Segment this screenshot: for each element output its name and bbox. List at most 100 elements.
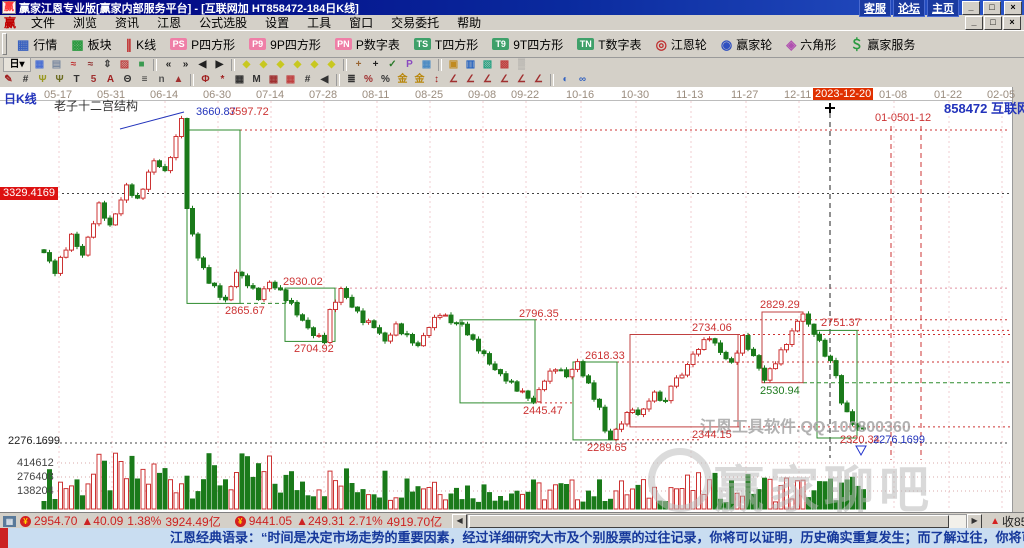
- tool-icon-1-31[interactable]: ▒: [513, 58, 530, 71]
- tool-icon-2-9[interactable]: n: [153, 73, 170, 86]
- toolbar-item-2[interactable]: ∥K线: [119, 33, 164, 55]
- tool-icon-2-17[interactable]: ▦: [282, 73, 299, 86]
- tool-icon-2-13[interactable]: *: [214, 73, 231, 86]
- tool-icon-1-28[interactable]: ▥: [462, 58, 479, 71]
- tool-icon-2-25[interactable]: 金: [411, 73, 428, 86]
- tool-icon-1-11[interactable]: ◀: [194, 58, 211, 71]
- sz-index-icon[interactable]: ¥: [235, 516, 246, 527]
- tool-icon-1-9[interactable]: «: [160, 58, 177, 71]
- tool-icon-1-22[interactable]: +: [367, 58, 384, 71]
- tool-icon-2-35[interactable]: ∞: [574, 73, 591, 86]
- menu-item-3[interactable]: 江恩: [148, 14, 190, 31]
- tool-icon-1-12[interactable]: ▶: [211, 58, 228, 71]
- tool-icon-2-16[interactable]: ▦: [265, 73, 282, 86]
- tool-icon-1-25[interactable]: ▦: [418, 58, 435, 71]
- toolbar-item-6[interactable]: TST四方形: [407, 33, 485, 55]
- toolbar-item-12[interactable]: ＄赢家服务: [843, 33, 922, 55]
- horizontal-scrollbar[interactable]: ◀ ▶: [452, 515, 982, 528]
- sh-index-value: 2954.70: [34, 514, 77, 528]
- tool-icon-2-7[interactable]: Θ: [119, 73, 136, 86]
- menu-item-7[interactable]: 窗口: [340, 14, 382, 31]
- tool-icon-2-31[interactable]: ∠: [513, 73, 530, 86]
- tool-icon-1-14[interactable]: ◆: [238, 58, 255, 71]
- tool-icon-1-15[interactable]: ◆: [255, 58, 272, 71]
- tool-icon-1-27[interactable]: ▣: [445, 58, 462, 71]
- tool-icon-1-1[interactable]: ▦: [31, 58, 48, 71]
- tool-icon-2-15[interactable]: M: [248, 73, 265, 86]
- tool-icon-2-12[interactable]: Φ: [197, 73, 214, 86]
- tool-icon-1-29[interactable]: ▧: [479, 58, 496, 71]
- tool-icon-2-18[interactable]: #: [299, 73, 316, 86]
- toolbar-item-7[interactable]: T99T四方形: [485, 33, 570, 55]
- menu-item-5[interactable]: 设置: [256, 14, 298, 31]
- tool-icon-1-5[interactable]: ⇕: [99, 58, 116, 71]
- tool-icon-1-3[interactable]: ≈: [65, 58, 82, 71]
- toolbar-item-9[interactable]: ◎江恩轮: [649, 33, 714, 55]
- toolbar-item-10[interactable]: ◉赢家轮: [714, 33, 779, 55]
- tool-icon-2-21[interactable]: ≣: [343, 73, 360, 86]
- close-button[interactable]: ×: [1004, 1, 1022, 15]
- tool-icon-1-18[interactable]: ◆: [306, 58, 323, 71]
- status-bar: ▦ ¥ 2954.70 ▲40.09 1.38% 3924.49亿 ¥ 9441…: [0, 512, 1024, 529]
- mdi-minimize-button[interactable]: _: [965, 16, 983, 30]
- menu-item-4[interactable]: 公式选股: [190, 14, 256, 31]
- scrollbar-thumb[interactable]: [469, 515, 949, 528]
- toolbar-item-4[interactable]: P99P四方形: [242, 33, 328, 55]
- tool-icon-2-23[interactable]: %: [377, 73, 394, 86]
- tool-icon-1-17[interactable]: ◆: [289, 58, 306, 71]
- tool-icon-1-2[interactable]: ▤: [48, 58, 65, 71]
- tool-icon-2-28[interactable]: ∠: [462, 73, 479, 86]
- tool-icon-2-8[interactable]: ≡: [136, 73, 153, 86]
- tool-icon-1-6[interactable]: ▨: [116, 58, 133, 71]
- minimize-button[interactable]: _: [962, 1, 980, 15]
- toolbar-item-1[interactable]: ▩板块: [64, 33, 118, 55]
- tool-icon-2-10[interactable]: ▲: [170, 73, 187, 86]
- tool-icon-1-21[interactable]: +: [350, 58, 367, 71]
- tool-icon-2-24[interactable]: 金: [394, 73, 411, 86]
- tool-icon-1-7[interactable]: ■: [133, 58, 150, 71]
- menu-item-9[interactable]: 帮助: [448, 14, 490, 31]
- toolbar-item-5[interactable]: PNP数字表: [328, 33, 407, 55]
- toolbar-item-3[interactable]: PSP四方形: [163, 33, 242, 55]
- tool-icon-2-27[interactable]: ∠: [445, 73, 462, 86]
- tool-icon-2-3[interactable]: Ψ: [51, 73, 68, 86]
- mdi-restore-button[interactable]: □: [984, 16, 1002, 30]
- tool-icon-1-30[interactable]: ▩: [496, 58, 513, 71]
- tool-icon-1-23[interactable]: ✓: [384, 58, 401, 71]
- tool-icon-2-1[interactable]: #: [17, 73, 34, 86]
- tool-icon-2-2[interactable]: Ψ: [34, 73, 51, 86]
- grid-icon[interactable]: ▦: [3, 516, 16, 527]
- menu-item-8[interactable]: 交易委托: [382, 14, 448, 31]
- tool-icon-2-30[interactable]: ∠: [496, 73, 513, 86]
- restore-button[interactable]: □: [983, 1, 1001, 15]
- tool-icon-2-4[interactable]: T: [68, 73, 85, 86]
- scroll-right-icon[interactable]: ▶: [967, 514, 982, 529]
- mdi-close-button[interactable]: ×: [1003, 16, 1021, 30]
- toolbar-item-0[interactable]: ▦行情: [10, 33, 64, 55]
- menu-item-0[interactable]: 文件: [22, 14, 64, 31]
- tool-icon-1-16[interactable]: ◆: [272, 58, 289, 71]
- tool-icon-1-0[interactable]: 日▾: [3, 57, 31, 72]
- tool-icon-2-19[interactable]: ◀: [316, 73, 333, 86]
- tool-icon-2-5[interactable]: 5: [85, 73, 102, 86]
- tool-icon-2-32[interactable]: ∠: [530, 73, 547, 86]
- sh-index-icon[interactable]: ¥: [20, 516, 31, 527]
- tool-icon-2-26[interactable]: ↕: [428, 73, 445, 86]
- tool-icon-2-29[interactable]: ∠: [479, 73, 496, 86]
- scrollbar-track[interactable]: [467, 514, 967, 529]
- tool-icon-1-4[interactable]: ≈: [82, 58, 99, 71]
- menu-item-6[interactable]: 工具: [298, 14, 340, 31]
- menu-item-2[interactable]: 资讯: [106, 14, 148, 31]
- toolbar-item-8[interactable]: TNT数字表: [570, 33, 648, 55]
- tool-icon-2-14[interactable]: ▦: [231, 73, 248, 86]
- tool-icon-2-6[interactable]: A: [102, 73, 119, 86]
- tool-icon-1-19[interactable]: ◆: [323, 58, 340, 71]
- tool-icon-1-10[interactable]: »: [177, 58, 194, 71]
- tool-icon-2-34[interactable]: ◐: [557, 73, 574, 86]
- tool-icon-1-24[interactable]: P: [401, 58, 418, 71]
- toolbar-item-11[interactable]: ◈六角形: [779, 33, 843, 55]
- menu-item-1[interactable]: 浏览: [64, 14, 106, 31]
- scroll-left-icon[interactable]: ◀: [452, 514, 467, 529]
- tool-icon-2-22[interactable]: %: [360, 73, 377, 86]
- tool-icon-2-0[interactable]: ✎: [0, 73, 17, 86]
